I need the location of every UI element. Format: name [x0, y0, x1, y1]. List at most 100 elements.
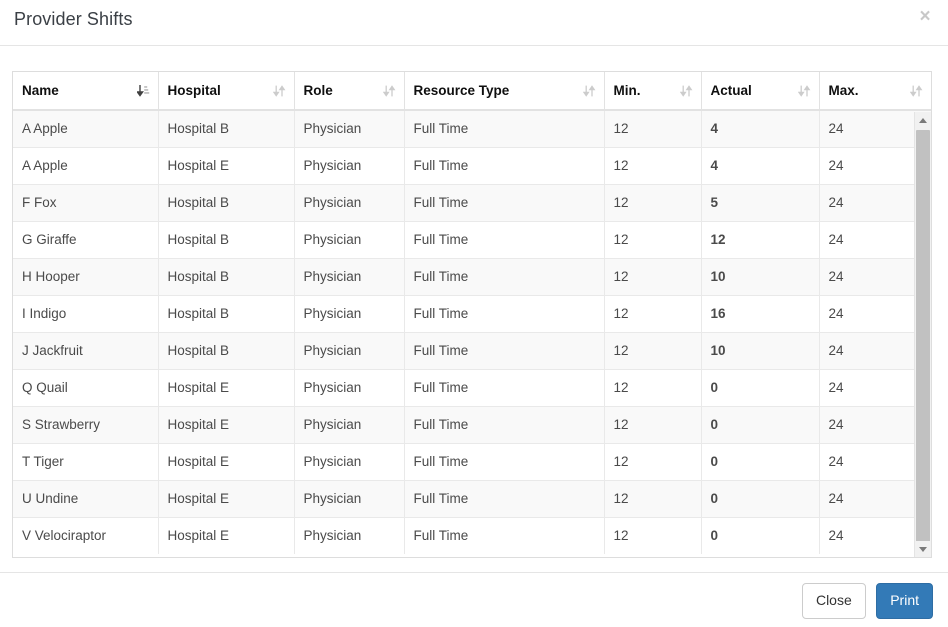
table-vertical-scrollbar[interactable] [914, 112, 931, 557]
cell-min: 12 [604, 405, 702, 443]
close-icon[interactable]: × [914, 6, 936, 28]
cell-min: 12 [604, 516, 702, 554]
cell-hospital: Hospital B [158, 220, 295, 258]
cell-role: Physician [294, 368, 405, 406]
table-row[interactable]: G Giraffe Hospital B Physician Full Time 12 1… [13, 220, 931, 258]
cell-min: 12 [604, 331, 702, 369]
cell-min: 12 [604, 257, 702, 295]
cell-restype: Full Time [404, 109, 605, 147]
table-row[interactable]: S Strawberry Hospital E Physician Full Time… [13, 405, 931, 443]
cell-name: I Indigo [13, 294, 159, 332]
cell-restype: Full Time [404, 257, 605, 295]
sort-ascending-icon[interactable] [136, 84, 150, 98]
cell-role: Physician [294, 146, 405, 184]
cell-hospital: Hospital E [158, 146, 295, 184]
cell-min: 12 [604, 146, 702, 184]
cell-restype: Full Time [404, 146, 605, 184]
cell-restype: Full Time [404, 479, 605, 517]
column-header-name[interactable]: Name [13, 72, 159, 111]
cell-min: 12 [604, 220, 702, 258]
sort-none-icon[interactable] [272, 84, 286, 98]
cell-actual: 0 [701, 368, 820, 406]
cell-role: Physician [294, 183, 405, 221]
table-row[interactable]: H Hooper Hospital B Physician Full Time 12 10… [13, 257, 931, 295]
cell-restype: Full Time [404, 368, 605, 406]
cell-actual: 12 [701, 220, 820, 258]
cell-name: G Giraffe [13, 220, 159, 258]
print-button[interactable]: Print [876, 583, 933, 619]
cell-name: A Apple [13, 146, 159, 184]
table-header: Name Hospital Role Resource Type Min. Actual M… [13, 72, 931, 111]
close-button[interactable]: Close [801, 583, 866, 619]
cell-hospital: Hospital B [158, 257, 295, 295]
cell-hospital: Hospital E [158, 405, 295, 443]
scrollbar-thumb[interactable] [916, 130, 930, 542]
table-row[interactable]: T Tiger Hospital E Physician Full Time 12 0 24 [13, 442, 931, 480]
cell-name: A Apple [13, 109, 159, 147]
cell-actual: 0 [701, 516, 820, 554]
cell-hospital: Hospital B [158, 183, 295, 221]
cell-hospital: Hospital E [158, 516, 295, 554]
provider-shifts-table-container: Name Hospital Role Resource Type Min. Actual M… [12, 71, 932, 558]
table-row[interactable]: U Undine Hospital E Physician Full Time 12 0 2… [13, 479, 931, 517]
table-row[interactable]: Q Quail Hospital E Physician Full Time 12 0 24 [13, 368, 931, 406]
sort-none-icon[interactable] [910, 84, 923, 98]
table-row[interactable]: V Velociraptor Hospital E Physician Full Ti… [13, 516, 931, 554]
cell-actual: 4 [701, 109, 820, 147]
table-row[interactable]: I Indigo Hospital B Physician Full Time 12 16… [13, 294, 931, 332]
table-row[interactable]: F Fox Hospital B Physician Full Time 12 5 24 [13, 183, 931, 221]
cell-min: 12 [604, 109, 702, 147]
cell-name: H Hooper [13, 257, 159, 295]
scroll-up-arrow-icon[interactable] [915, 112, 931, 128]
column-header-label: Max. [828, 83, 859, 98]
cell-name: F Fox [13, 183, 159, 221]
cell-restype: Full Time [404, 220, 605, 258]
table-row[interactable]: A Apple Hospital B Physician Full Time 12 4 24 [13, 109, 931, 147]
cell-actual: 10 [701, 257, 820, 295]
column-header-max[interactable]: Max. [819, 72, 931, 111]
cell-restype: Full Time [404, 442, 605, 480]
sort-none-icon[interactable] [382, 84, 396, 98]
cell-min: 12 [604, 294, 702, 332]
column-header-role[interactable]: Role [294, 72, 405, 111]
cell-actual: 0 [701, 442, 820, 480]
cell-hospital: Hospital E [158, 479, 295, 517]
scroll-down-arrow-icon[interactable] [915, 541, 931, 557]
column-header-min[interactable]: Min. [604, 72, 702, 111]
sort-none-icon[interactable] [582, 84, 596, 98]
column-header-actual[interactable]: Actual [701, 72, 820, 111]
column-header-restype[interactable]: Resource Type [404, 72, 605, 111]
modal-body: Name Hospital Role Resource Type Min. Actual M… [0, 46, 948, 571]
cell-name: S Strawberry [13, 405, 159, 443]
cell-actual: 0 [701, 405, 820, 443]
sort-none-icon[interactable] [679, 84, 693, 98]
table-row[interactable]: J Jackfruit Hospital B Physician Full Time 1… [13, 331, 931, 369]
cell-hospital: Hospital E [158, 368, 295, 406]
modal-footer: Close Print [0, 572, 948, 627]
cell-name: T Tiger [13, 442, 159, 480]
cell-name: V Velociraptor [13, 516, 159, 554]
cell-actual: 4 [701, 146, 820, 184]
cell-name: Q Quail [13, 368, 159, 406]
column-header-label: Role [303, 83, 333, 98]
cell-restype: Full Time [404, 331, 605, 369]
cell-actual: 0 [701, 479, 820, 517]
table-body: A Apple Hospital B Physician Full Time 12 4 24… [13, 109, 931, 554]
cell-min: 12 [604, 183, 702, 221]
cell-name: J Jackfruit [13, 331, 159, 369]
cell-hospital: Hospital B [158, 109, 295, 147]
cell-actual: 5 [701, 183, 820, 221]
column-header-label: Actual [710, 83, 752, 98]
cell-min: 12 [604, 442, 702, 480]
column-header-hospital[interactable]: Hospital [158, 72, 295, 111]
cell-role: Physician [294, 331, 405, 369]
cell-restype: Full Time [404, 516, 605, 554]
table-header-row: Name Hospital Role Resource Type Min. Actual M… [13, 72, 931, 111]
sort-none-icon[interactable] [797, 84, 811, 98]
cell-min: 12 [604, 368, 702, 406]
cell-hospital: Hospital B [158, 331, 295, 369]
cell-role: Physician [294, 516, 405, 554]
cell-role: Physician [294, 479, 405, 517]
table-row[interactable]: A Apple Hospital E Physician Full Time 12 4 24 [13, 146, 931, 184]
provider-shifts-table: Name Hospital Role Resource Type Min. Actual M… [13, 72, 931, 554]
